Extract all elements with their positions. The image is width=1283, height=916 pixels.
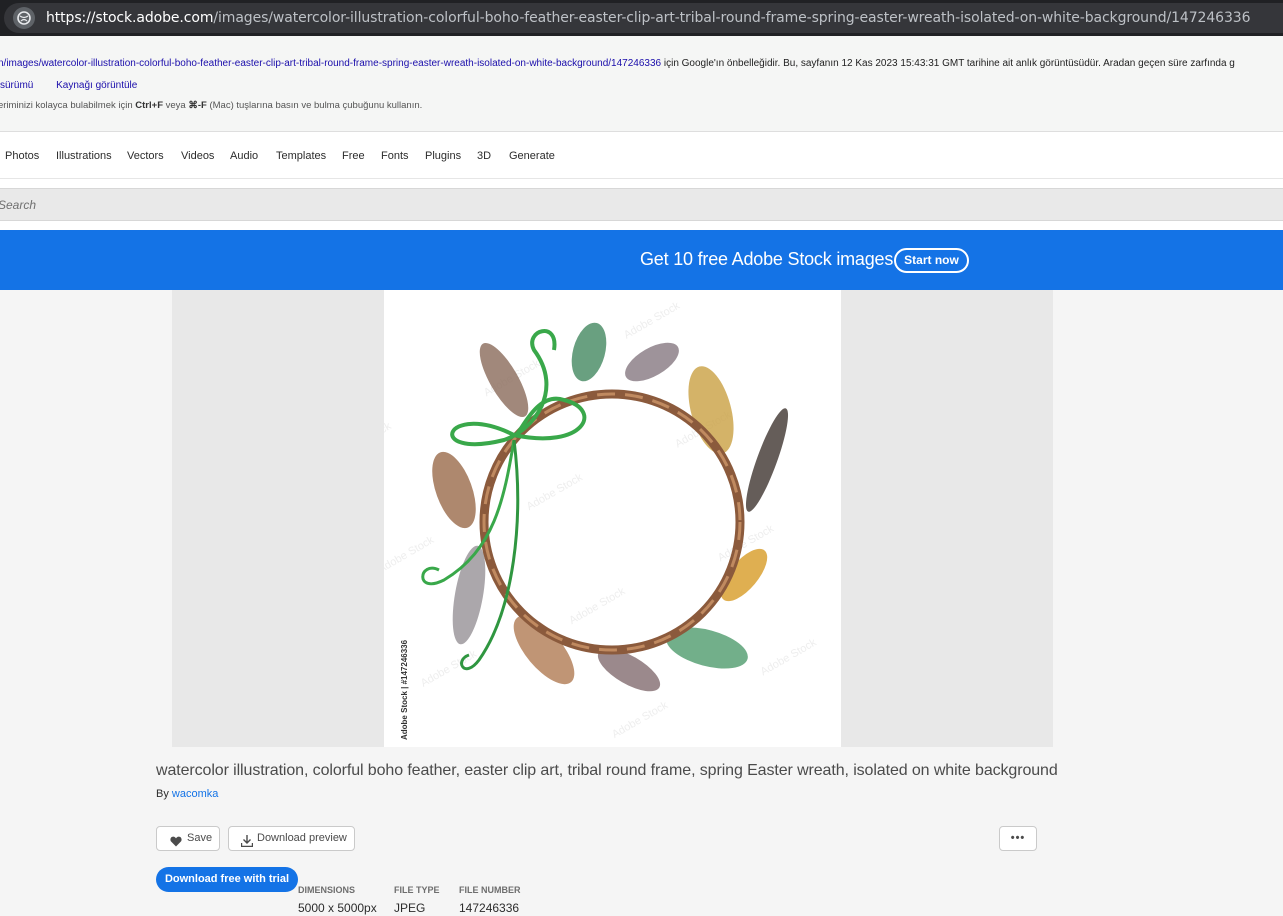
url-path: /images/watercolor-illustration-colorful…	[213, 10, 1251, 26]
save-label: Save	[187, 832, 213, 844]
url-host: https://stock.adobe.com	[46, 10, 214, 26]
meta-file-type-label: FILE TYPE	[394, 885, 440, 895]
meta-dimensions-value: 5000 x 5000px	[298, 901, 377, 915]
asset-title: watercolor illustration, colorful boho f…	[156, 762, 1058, 779]
view-source-link[interactable]: Kaynağı görüntüle	[56, 80, 137, 91]
find-hint-suffix: (Mac) tuşlarına basın ve bulma çubuğunu …	[206, 100, 423, 111]
google-cache-notice: n/images/watercolor-illustration-colorfu…	[0, 36, 1283, 132]
site-info-icon[interactable]	[13, 7, 35, 29]
svg-text:Adobe Stock: Adobe Stock	[525, 471, 585, 513]
cache-notice-text: n/images/watercolor-illustration-colorfu…	[0, 58, 1235, 69]
meta-file-number-label: FILE NUMBER	[459, 885, 521, 895]
address-bar[interactable]: https://stock.adobe.com/images/watercolo…	[4, 3, 1283, 33]
start-now-button[interactable]: Start now	[894, 248, 969, 273]
download-preview-button[interactable]: Download preview	[228, 826, 355, 851]
heart-icon	[170, 833, 182, 856]
svg-text:Adobe Stock: Adobe Stock	[759, 636, 819, 678]
meta-file-number: FILE NUMBER 147246336	[459, 885, 521, 915]
meta-file-number-value: 147246336	[459, 901, 520, 915]
find-hint-key-ctrl: Ctrl+F	[135, 100, 163, 111]
watermark: Adobe Stock | #147246336	[390, 450, 409, 740]
find-hint-key-cmd: ⌘-F	[188, 100, 207, 111]
download-free-trial-button[interactable]: Download free with trial	[156, 867, 298, 892]
nav-item-templates[interactable]: Templates	[276, 150, 326, 162]
nav-item-illustrations[interactable]: Illustrations	[56, 150, 112, 162]
browser-toolbar: https://stock.adobe.com/images/watercolo…	[0, 0, 1283, 36]
svg-text:Adobe Stock: Adobe Stock	[567, 585, 627, 627]
watermark-text: Adobe Stock | #147246336	[400, 639, 409, 740]
find-hint-mid: veya	[163, 100, 189, 111]
meta-dimensions-label: DIMENSIONS	[298, 885, 356, 895]
svg-text:Adobe Stock: Adobe Stock	[622, 300, 682, 342]
nav-item-videos[interactable]: Videos	[181, 150, 214, 162]
cached-url-link[interactable]: n/images/watercolor-illustration-colorfu…	[0, 58, 661, 69]
nav-item-photos[interactable]: Photos	[5, 150, 39, 162]
preview-image[interactable]: Adobe Stock Adobe Stock Adobe Stock Adobe …	[384, 290, 841, 747]
promo-text: Get 10 free Adobe Stock images.	[640, 249, 898, 269]
nav-item-3d[interactable]: 3D	[477, 150, 491, 162]
url-text[interactable]: https://stock.adobe.com/images/watercolo…	[46, 10, 1250, 26]
download-icon	[240, 833, 254, 856]
text-version-link[interactable]: sürümü	[0, 80, 33, 91]
meta-file-type-value: JPEG	[394, 901, 426, 915]
cache-links: sürümü Kaynağı görüntüle	[0, 80, 157, 91]
by-label: By	[156, 788, 172, 800]
author-byline: By wacomka	[156, 788, 218, 800]
find-hint-prefix: eriminizi kolayca bulabilmek için	[0, 100, 136, 111]
asset-detail: Adobe Stock Adobe Stock Adobe Stock Adobe …	[0, 290, 1283, 916]
search-input[interactable]	[0, 189, 1281, 220]
save-button[interactable]: Save	[156, 826, 220, 851]
image-viewer: Adobe Stock Adobe Stock Adobe Stock Adobe …	[172, 290, 1053, 747]
search-bar	[0, 188, 1283, 221]
nav-item-audio[interactable]: Audio	[230, 150, 258, 162]
category-nav: Photos Illustrations Vectors Videos Audi…	[0, 133, 1283, 179]
cache-message: için Google'ın önbelleğidir. Bu, sayfanı…	[661, 58, 1235, 69]
more-options-button[interactable]: •••	[999, 826, 1037, 851]
nav-item-plugins[interactable]: Plugins	[425, 150, 461, 162]
meta-dimensions: DIMENSIONS 5000 x 5000px	[298, 885, 377, 915]
feather-wreath-illustration: Adobe Stock Adobe Stock Adobe Stock Adobe …	[384, 300, 819, 741]
nav-item-free[interactable]: Free	[342, 150, 365, 162]
nav-item-generate[interactable]: Generate	[509, 150, 555, 162]
find-hint: eriminizi kolayca bulabilmek için Ctrl+F…	[0, 100, 422, 111]
promo-banner: Get 10 free Adobe Stock images. Start no…	[0, 230, 1283, 290]
nav-item-fonts[interactable]: Fonts	[381, 150, 409, 162]
author-link[interactable]: wacomka	[172, 788, 218, 800]
download-preview-label: Download preview	[257, 832, 347, 844]
svg-text:Adobe Stock: Adobe Stock	[610, 699, 670, 741]
nav-item-vectors[interactable]: Vectors	[127, 150, 164, 162]
meta-file-type: FILE TYPE JPEG	[394, 885, 440, 915]
